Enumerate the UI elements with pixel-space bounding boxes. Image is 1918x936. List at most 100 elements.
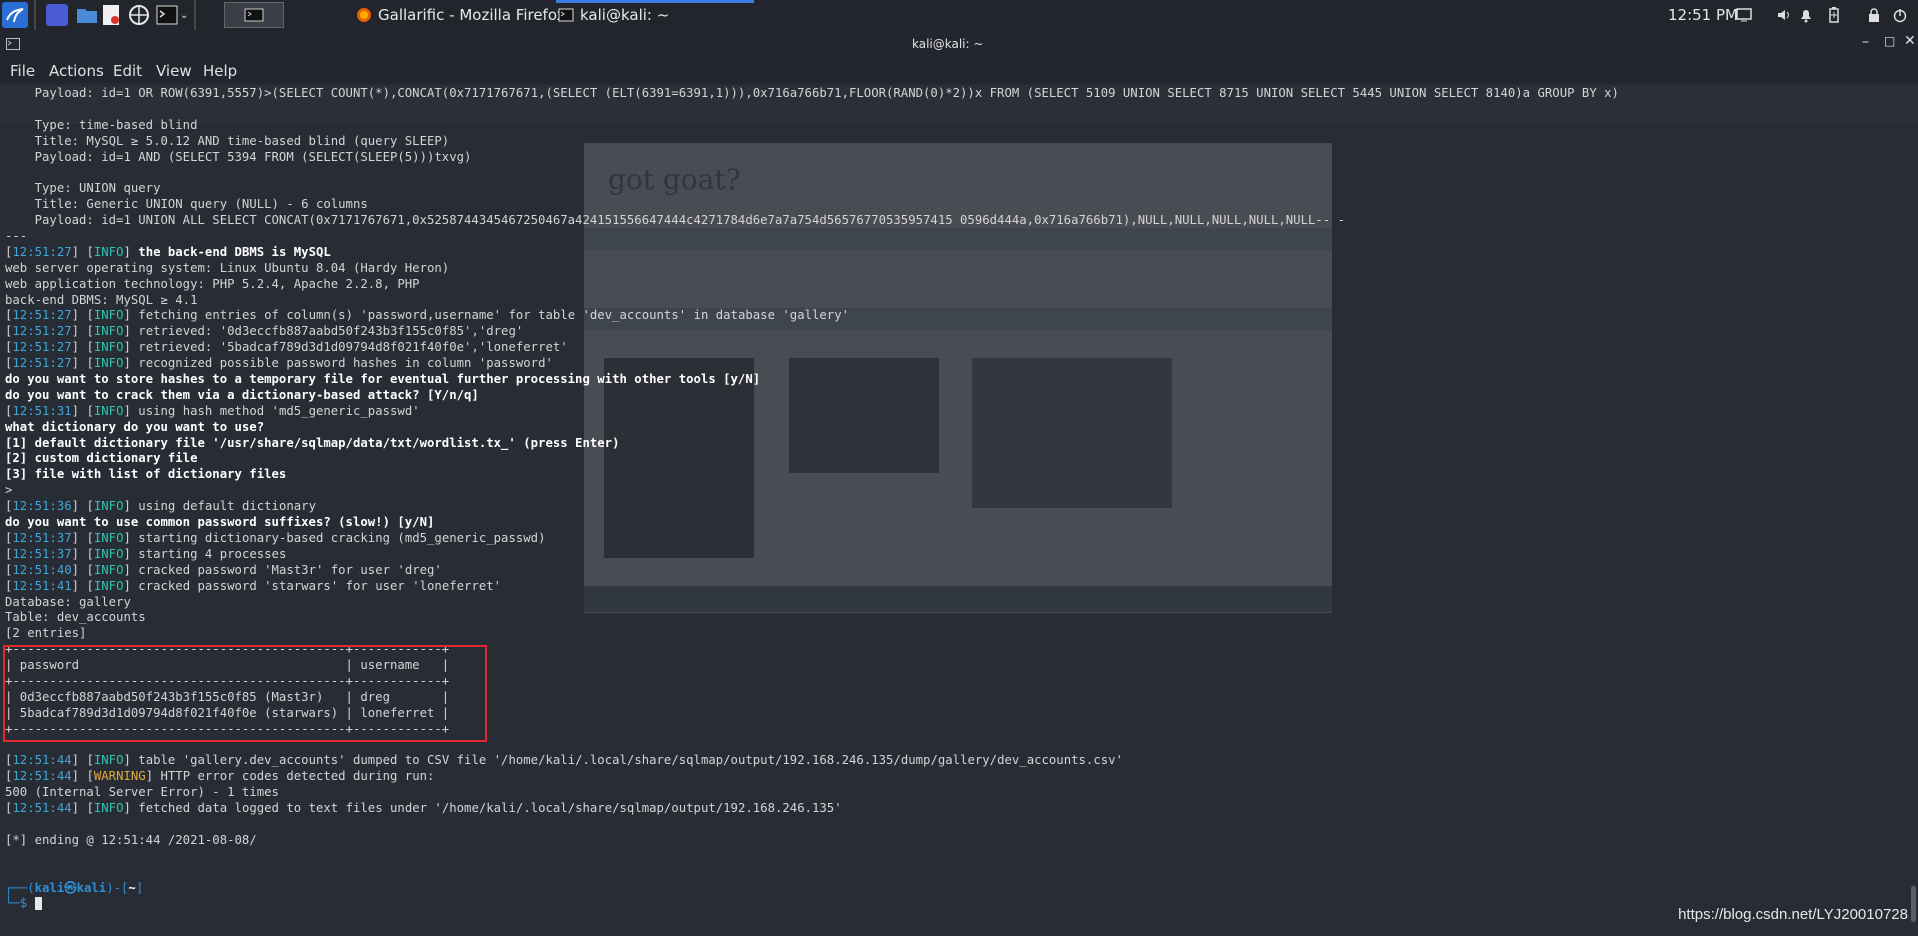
log-level: INFO	[93, 499, 124, 514]
browser-launcher-icon[interactable]	[128, 0, 150, 30]
bracket: ] [	[71, 546, 94, 561]
shell-prompt-line-1: ┌──(kali㉿kali)-[~]	[5, 881, 1905, 897]
chevron-down-icon[interactable]: ⌄	[180, 0, 188, 30]
log-line: web application technology: PHP 5.2.4, A…	[5, 277, 1905, 293]
prompt-frame: ┌──(	[5, 880, 35, 895]
log-timestamp: 12:51:41	[12, 578, 72, 593]
close-button[interactable]: ✕	[1904, 33, 1916, 49]
window-titlebar[interactable]: kali@kali: ~ – □ ✕	[0, 30, 1918, 58]
log-level: WARNING	[93, 769, 146, 784]
speaker-icon[interactable]	[1776, 7, 1792, 23]
log-line: [12:51:36] [INFO] using default dictiona…	[5, 499, 1905, 515]
menu-bar: File Actions Edit View Help	[0, 58, 1918, 84]
bracket: ]	[123, 562, 131, 577]
log-timestamp: 12:51:31	[12, 403, 72, 418]
log-timestamp: 12:51:27	[12, 244, 72, 259]
show-desktop-icon[interactable]	[46, 0, 68, 30]
firefox-icon	[357, 8, 371, 22]
maximize-button[interactable]: □	[1884, 34, 1895, 48]
terminal-output[interactable]: Payload: id=1 OR ROW(6391,5557)>(SELECT …	[5, 86, 1905, 936]
menu-actions[interactable]: Actions	[49, 62, 104, 80]
log-line: Database: gallery	[5, 595, 1905, 611]
bracket: ] [	[71, 769, 94, 784]
payload-line: Title: Generic UNION query (NULL) - 6 co…	[5, 197, 1905, 213]
display-icon[interactable]	[1736, 7, 1752, 23]
payload-text: Payload: id=1 UNION ALL SELECT CONCAT(0x…	[5, 213, 1346, 228]
bracket: ] [	[71, 356, 94, 371]
menu-help[interactable]: Help	[203, 62, 237, 80]
menu-view[interactable]: View	[156, 62, 192, 80]
clock[interactable]: 12:51 PM	[1668, 0, 1738, 30]
menu-edit[interactable]: Edit	[113, 62, 142, 80]
minimize-button[interactable]: –	[1862, 34, 1869, 50]
log-level: INFO	[93, 546, 124, 561]
log-line: [12:51:27] [INFO] retrieved: '5badcaf789…	[5, 340, 1905, 356]
bell-icon[interactable]	[1798, 7, 1814, 23]
bracket: ]	[123, 801, 131, 816]
log-text: 500 (Internal Server Error) - 1 times	[5, 785, 279, 800]
log-line: [12:51:40] [INFO] cracked password 'Mast…	[5, 563, 1905, 579]
bracket: ]	[123, 324, 131, 339]
menu-file[interactable]: File	[10, 62, 35, 80]
file-manager-icon[interactable]	[76, 0, 98, 30]
task-terminal[interactable]: kali@kali: ~	[558, 2, 669, 28]
bracket: ]	[145, 769, 154, 784]
payload-text: Payload: id=1 AND (SELECT 5394 FROM (SEL…	[5, 149, 472, 164]
log-line: [2] custom dictionary file	[5, 451, 1905, 467]
log-message: using default dictionary	[130, 499, 316, 514]
terminal-launcher-icon[interactable]	[156, 0, 178, 30]
log-message: fetching entries of column(s) 'password,…	[130, 308, 850, 323]
log-timestamp: 12:51:40	[12, 562, 72, 577]
log-line: [12:51:44] [WARNING] HTTP error codes de…	[5, 769, 1905, 785]
log-line: do you want to crack them via a dictiona…	[5, 388, 1905, 404]
prompt-question: what dictionary do you want to use?	[5, 419, 265, 434]
kali-menu-icon[interactable]	[2, 0, 28, 30]
watermark: https://blog.csdn.net/LYJ20010728	[1678, 906, 1908, 923]
log-line: [12:51:27] [INFO] fetching entries of co…	[5, 308, 1905, 324]
log-message: cracked password 'Mast3r' for user 'dreg…	[130, 562, 442, 577]
highlight-box	[3, 645, 487, 742]
bracket: ] [	[71, 340, 94, 355]
text-cursor[interactable]	[34, 897, 42, 911]
bracket: ]	[123, 546, 131, 561]
task-firefox[interactable]: Gallarific - Mozilla Firefox	[356, 2, 565, 28]
text-editor-icon[interactable]	[102, 0, 120, 30]
power-icon[interactable]	[1892, 7, 1908, 23]
log-text: web application technology: PHP 5.2.4, A…	[5, 276, 420, 291]
log-line: back-end DBMS: MySQL ≥ 4.1	[5, 293, 1905, 309]
log-line: what dictionary do you want to use?	[5, 420, 1905, 436]
lock-icon[interactable]	[1866, 7, 1882, 23]
prompt-question: do you want to crack them via a dictiona…	[5, 387, 479, 402]
log-message: recognized possible password hashes in c…	[130, 356, 553, 371]
log-level: INFO	[93, 562, 124, 577]
payload-line: ---	[5, 229, 1905, 245]
bracket: ]	[123, 499, 131, 514]
log-line: [12:51:41] [INFO] cracked password 'star…	[5, 579, 1905, 595]
payload-line: Payload: id=1 AND (SELECT 5394 FROM (SEL…	[5, 150, 1905, 166]
system-taskbar: ⌄ Gallarific - Mozilla Firefox kali@kali…	[0, 0, 1918, 30]
log-timestamp: 12:51:36	[12, 499, 72, 514]
bracket: ] [	[71, 753, 94, 768]
payload-text: Title: MySQL ≥ 5.0.12 AND time-based bli…	[5, 133, 450, 148]
log-level: INFO	[93, 530, 124, 545]
bracket: ] [	[71, 562, 94, 577]
prompt-question: [2] custom dictionary file	[5, 451, 198, 466]
log-level: INFO	[93, 753, 124, 768]
log-line: [12:51:27] [INFO] retrieved: '0d3eccfb88…	[5, 324, 1905, 340]
log-timestamp: 12:51:44	[12, 753, 72, 768]
log-line: do you want to store hashes to a tempora…	[5, 372, 1905, 388]
terminal-window-icon	[6, 38, 20, 50]
payload-line: Type: UNION query	[5, 181, 1905, 197]
log-level: INFO	[93, 356, 124, 371]
prompt-question: [3] file with list of dictionary files	[5, 467, 287, 482]
log-line: [12:51:27] [INFO] recognized possible pa…	[5, 356, 1905, 372]
battery-icon[interactable]	[1826, 7, 1842, 23]
terminal-scrollbar[interactable]	[1911, 886, 1916, 922]
log-level: INFO	[93, 340, 124, 355]
workspace-switcher[interactable]	[224, 2, 284, 28]
log-level: INFO	[93, 578, 124, 593]
payload-line: Payload: id=1 OR ROW(6391,5557)>(SELECT …	[5, 86, 1905, 102]
bracket: ]	[123, 308, 131, 323]
log-line: web server operating system: Linux Ubunt…	[5, 261, 1905, 277]
log-message: table 'gallery.dev_accounts' dumped to C…	[130, 753, 1123, 768]
